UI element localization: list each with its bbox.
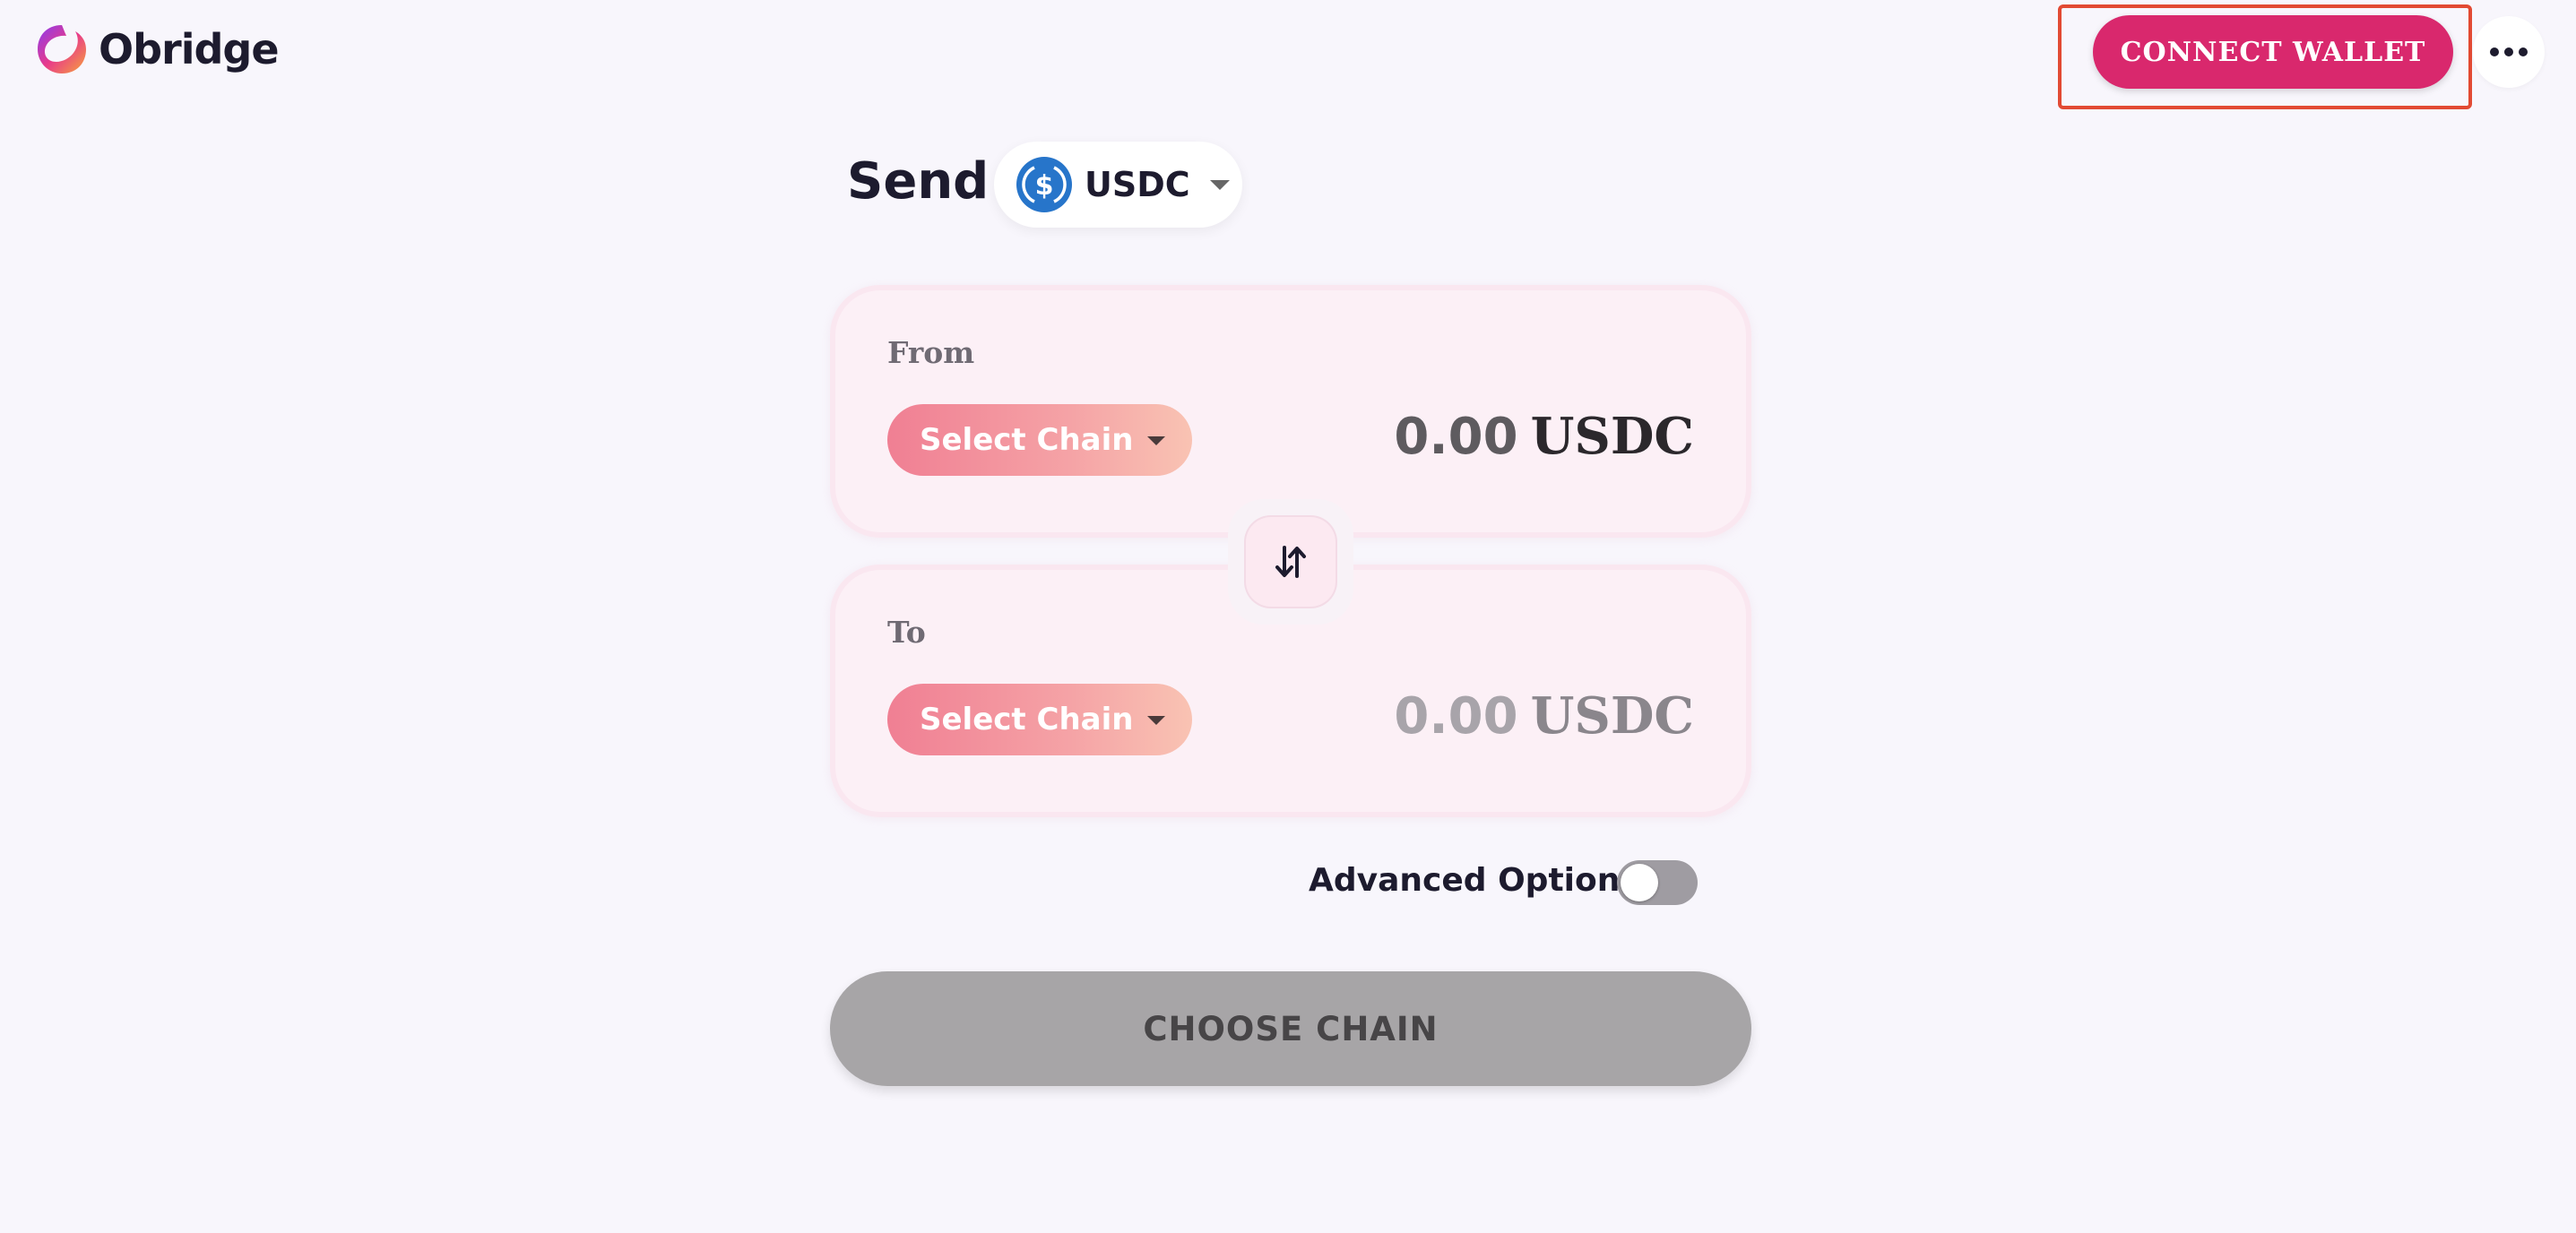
send-title: Send	[847, 152, 990, 211]
advanced-options-toggle[interactable]	[1617, 860, 1698, 905]
chevron-down-icon	[1147, 716, 1165, 725]
app-logo[interactable]: Obridge	[34, 22, 280, 77]
from-label: From	[887, 335, 975, 370]
usdc-coin-icon: $	[1016, 157, 1072, 212]
chevron-down-icon	[1147, 436, 1165, 445]
ellipsis-icon	[2490, 47, 2499, 56]
choose-chain-button[interactable]: CHOOSE CHAIN	[830, 971, 1751, 1086]
to-select-chain-button[interactable]: Select Chain	[887, 684, 1192, 755]
more-options-button[interactable]	[2473, 16, 2545, 88]
advanced-options-label: Advanced Options	[1309, 862, 1639, 899]
svg-text:$: $	[1035, 170, 1054, 202]
ellipsis-dot	[2519, 47, 2528, 56]
connect-wallet-button[interactable]: CONNECT WALLET	[2093, 15, 2453, 89]
ellipsis-dot	[2504, 47, 2513, 56]
from-amount-value: 0.00	[1394, 408, 1518, 466]
from-select-chain-label: Select Chain	[920, 422, 1134, 458]
to-select-chain-label: Select Chain	[920, 702, 1134, 737]
toggle-knob	[1621, 864, 1658, 901]
to-amount: 0.00 USDC	[1394, 686, 1694, 746]
from-select-chain-button[interactable]: Select Chain	[887, 404, 1192, 476]
swap-direction-button[interactable]	[1228, 499, 1353, 625]
swap-arrows-icon	[1275, 546, 1306, 578]
swap-button-inner	[1244, 515, 1337, 608]
logo-text: Obridge	[99, 25, 280, 73]
chevron-down-icon	[1209, 179, 1230, 190]
to-amount-unit: USDC	[1530, 686, 1694, 746]
from-amount: 0.00 USDC	[1394, 407, 1694, 466]
token-symbol: USDC	[1085, 165, 1190, 204]
to-label: To	[887, 615, 926, 650]
obridge-logo-icon	[38, 25, 86, 73]
token-selector[interactable]: $ USDC	[994, 142, 1242, 228]
to-amount-value: 0.00	[1394, 687, 1518, 746]
from-amount-unit: USDC	[1530, 407, 1694, 466]
